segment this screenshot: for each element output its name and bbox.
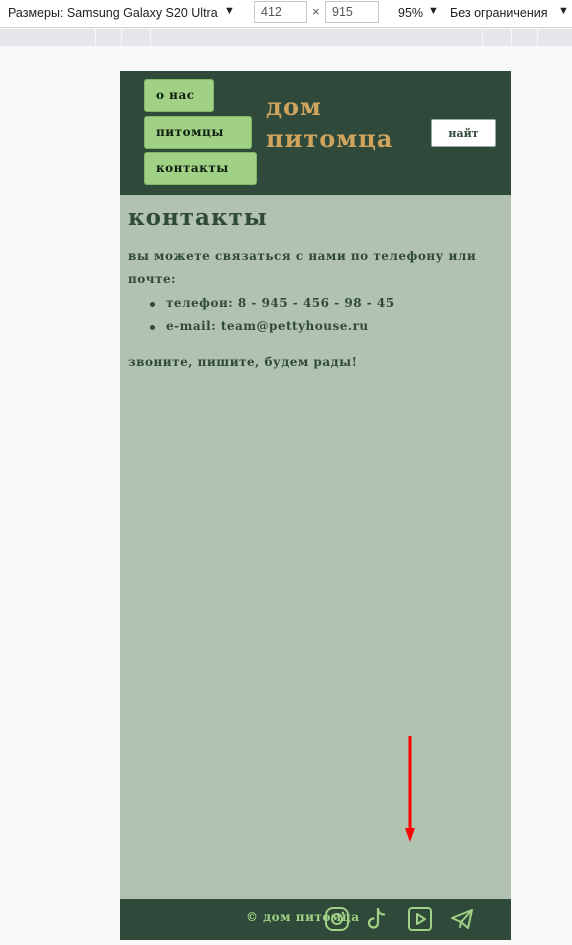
- nav-about-button[interactable]: о нас: [144, 79, 214, 112]
- zoom-select[interactable]: 95%: [398, 6, 423, 20]
- list-item: телефон: 8 - 945 - 456 - 98 - 45: [150, 292, 508, 315]
- media-query-divider: [537, 29, 538, 46]
- throttle-select[interactable]: Без ограничения: [450, 6, 548, 20]
- bullet-icon: [150, 325, 155, 330]
- telegram-icon[interactable]: [449, 906, 475, 932]
- phone-text: телефон: 8 - 945 - 456 - 98 - 45: [166, 296, 395, 310]
- media-query-divider: [511, 29, 512, 46]
- emulated-viewport: о нас питомцы контакты дом питомца найт …: [120, 71, 511, 940]
- media-query-divider: [121, 29, 122, 46]
- site-logo[interactable]: дом питомца: [266, 91, 393, 155]
- site-header: о нас питомцы контакты дом питомца найт: [120, 71, 511, 195]
- email-text: e-mail: team@pettyhouse.ru: [166, 319, 369, 333]
- intro-text: вы можете связаться с нами по телефону и…: [128, 249, 477, 286]
- list-item: e-mail: team@pettyhouse.ru: [150, 315, 508, 338]
- search-button[interactable]: найт: [431, 119, 496, 147]
- media-query-divider: [150, 29, 151, 46]
- tiktok-icon[interactable]: [364, 906, 390, 932]
- media-query-divider: [482, 29, 483, 46]
- dimension-times-sign: ×: [312, 4, 320, 19]
- youtube-icon[interactable]: [407, 906, 433, 932]
- page-title: контакты: [128, 204, 268, 231]
- device-toolbar: Размеры: Samsung Galaxy S20 Ultra ▼ 412 …: [0, 0, 572, 28]
- bullet-icon: [150, 302, 155, 307]
- nav-contacts-button[interactable]: контакты: [144, 152, 257, 185]
- media-query-bar[interactable]: [0, 29, 572, 46]
- height-input[interactable]: 915: [325, 1, 379, 23]
- logo-line-1: дом: [266, 92, 322, 121]
- instagram-icon[interactable]: [324, 906, 350, 932]
- logo-line-2: питомца: [266, 124, 394, 153]
- device-dropdown-arrow-icon[interactable]: ▼: [224, 5, 235, 17]
- outro-text: звоните, пишите, будем рады!: [128, 355, 358, 369]
- scroll-down-arrow-icon: [405, 736, 415, 842]
- contact-list: телефон: 8 - 945 - 456 - 98 - 45 e-mail:…: [128, 292, 508, 338]
- site-footer: © дом питомца: [120, 899, 511, 940]
- device-select[interactable]: Размеры: Samsung Galaxy S20 Ultra: [8, 6, 218, 20]
- throttle-dropdown-arrow-icon[interactable]: ▼: [558, 5, 569, 17]
- nav-pets-button[interactable]: питомцы: [144, 116, 252, 149]
- width-input[interactable]: 412: [254, 1, 307, 23]
- media-query-divider: [95, 29, 96, 46]
- main-content: контакты вы можете связаться с нами по т…: [128, 203, 508, 374]
- zoom-dropdown-arrow-icon[interactable]: ▼: [428, 5, 439, 17]
